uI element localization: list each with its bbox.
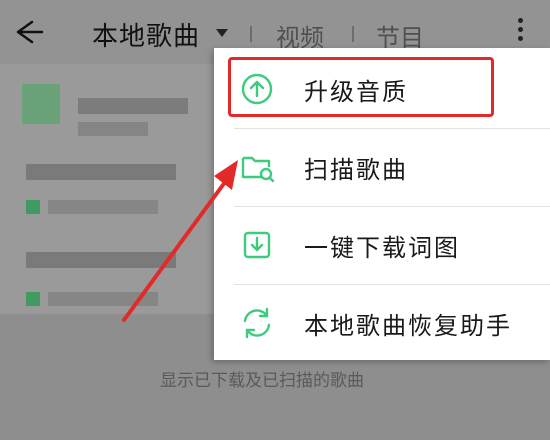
tab-divider bbox=[250, 26, 252, 42]
empty-hint-text: 显示已下载及已扫描的歌曲 bbox=[160, 371, 364, 391]
more-options-icon[interactable] bbox=[510, 14, 530, 50]
song-title-placeholder bbox=[78, 98, 188, 114]
download-icon bbox=[243, 231, 271, 259]
folder-scan-icon bbox=[241, 156, 275, 183]
song-tag-placeholder bbox=[26, 200, 40, 214]
menu-item-label: 扫描歌曲 bbox=[304, 156, 408, 184]
menu-item-label: 本地歌曲恢复助手 bbox=[304, 312, 512, 340]
song-title-placeholder bbox=[26, 252, 176, 268]
restore-icon bbox=[243, 307, 271, 339]
song-subtitle-placeholder bbox=[78, 122, 148, 136]
menu-item-scan-songs[interactable]: 扫描歌曲 bbox=[214, 128, 550, 206]
highlight-box bbox=[228, 57, 494, 117]
menu-item-download-lyrics[interactable]: 一键下载词图 bbox=[214, 206, 550, 284]
tab-divider bbox=[352, 26, 354, 42]
menu-item-restore-assistant[interactable]: 本地歌曲恢复助手 bbox=[214, 284, 550, 362]
menu-item-label: 一键下载词图 bbox=[304, 234, 460, 262]
song-subtitle-placeholder bbox=[48, 292, 158, 306]
song-subtitle-placeholder bbox=[48, 200, 158, 214]
song-cover-thumbnail bbox=[22, 84, 60, 124]
page-title[interactable]: 本地歌曲 bbox=[92, 16, 200, 53]
song-title-placeholder bbox=[26, 164, 176, 180]
back-arrow-icon[interactable] bbox=[10, 14, 46, 50]
chevron-down-icon[interactable] bbox=[216, 29, 228, 37]
song-tag-placeholder bbox=[26, 292, 40, 306]
